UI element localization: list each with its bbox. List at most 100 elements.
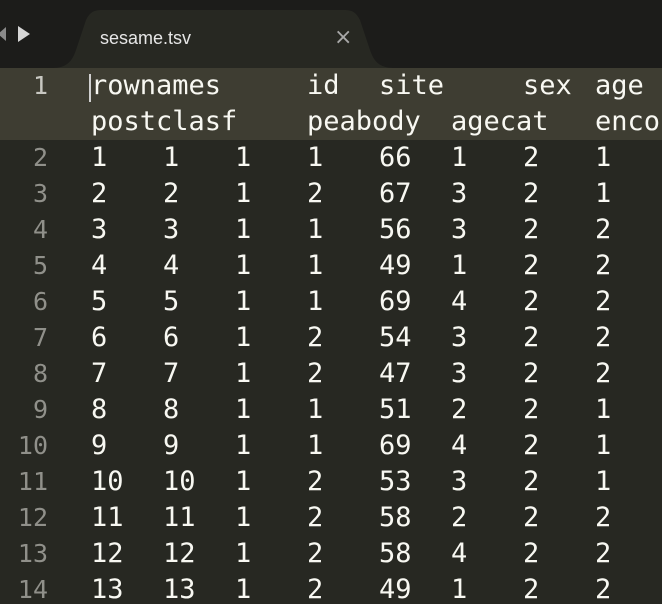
header-cell: peabody bbox=[307, 106, 421, 137]
data-cell: 2 bbox=[451, 394, 468, 425]
data-cell: 1 bbox=[235, 394, 252, 425]
data-cell: 4 bbox=[451, 430, 468, 461]
data-cell: 67 bbox=[379, 178, 412, 209]
data-cell: 1 bbox=[595, 466, 612, 497]
data-cell: 2 bbox=[523, 394, 540, 425]
data-cell: 58 bbox=[379, 502, 412, 533]
close-icon[interactable]: × bbox=[334, 26, 352, 50]
data-cell: 1 bbox=[235, 142, 252, 173]
data-cell: 6 bbox=[163, 322, 180, 353]
data-cell: 4 bbox=[91, 250, 108, 281]
data-cell: 2 bbox=[595, 286, 612, 317]
data-cell: 2 bbox=[523, 178, 540, 209]
data-cell: 69 bbox=[379, 286, 412, 317]
data-cell: 1 bbox=[595, 178, 612, 209]
data-cell: 13 bbox=[91, 574, 124, 604]
data-cell: 2 bbox=[523, 286, 540, 317]
data-cell: 2 bbox=[523, 214, 540, 245]
data-cell: 2 bbox=[523, 466, 540, 497]
data-cell: 56 bbox=[379, 214, 412, 245]
data-cell: 4 bbox=[451, 538, 468, 569]
data-cell: 9 bbox=[91, 430, 108, 461]
tab-bar: sesame.tsv × bbox=[0, 0, 662, 68]
line-number: 1 bbox=[32, 71, 48, 100]
header-cell: agecat bbox=[451, 106, 549, 137]
data-cell: 2 bbox=[595, 250, 612, 281]
data-cell: 3 bbox=[163, 214, 180, 245]
data-cell: 2 bbox=[523, 322, 540, 353]
data-cell: 2 bbox=[307, 466, 324, 497]
header-cell: age bbox=[595, 70, 644, 101]
data-cell: 2 bbox=[307, 178, 324, 209]
data-cell: 49 bbox=[379, 574, 412, 604]
data-cell: 4 bbox=[451, 286, 468, 317]
data-cell: 1 bbox=[235, 286, 252, 317]
data-cell: 66 bbox=[379, 142, 412, 173]
data-cell: 2 bbox=[307, 358, 324, 389]
tab-sesame-tsv[interactable]: sesame.tsv × bbox=[52, 10, 394, 68]
data-cell: 1 bbox=[163, 142, 180, 173]
data-cell: 8 bbox=[91, 394, 108, 425]
data-cell: 5 bbox=[163, 286, 180, 317]
data-cell: 3 bbox=[451, 358, 468, 389]
data-cell: 2 bbox=[595, 502, 612, 533]
back-arrow-icon[interactable] bbox=[0, 27, 6, 41]
data-cell: 1 bbox=[307, 394, 324, 425]
data-cell: 1 bbox=[307, 430, 324, 461]
data-cell: 49 bbox=[379, 250, 412, 281]
data-cell: 1 bbox=[307, 142, 324, 173]
data-cell: 2 bbox=[451, 502, 468, 533]
data-cell: 12 bbox=[163, 538, 196, 569]
data-cell: 2 bbox=[163, 178, 180, 209]
data-cell: 11 bbox=[163, 502, 196, 533]
text-editor[interactable]: 1 2 3 4 5 6 7 8 9 10 11 12 13 14 rownames id site sex age… bbox=[0, 68, 662, 604]
line-number: 7 bbox=[32, 323, 48, 352]
data-cell: 3 bbox=[451, 178, 468, 209]
data-cell: 58 bbox=[379, 538, 412, 569]
data-cell: 1 bbox=[235, 538, 252, 569]
data-cell: 9 bbox=[163, 430, 180, 461]
data-cell: 2 bbox=[523, 574, 540, 604]
data-cell: 2 bbox=[307, 502, 324, 533]
data-cell: 2 bbox=[523, 142, 540, 173]
data-cell: 1 bbox=[235, 358, 252, 389]
text-cursor bbox=[89, 74, 91, 102]
data-cell: 3 bbox=[451, 466, 468, 497]
line-number: 3 bbox=[32, 179, 48, 208]
tab-title: sesame.tsv bbox=[100, 28, 192, 48]
data-cell: 1 bbox=[451, 250, 468, 281]
data-cell: 1 bbox=[595, 430, 612, 461]
data-cell: 2 bbox=[523, 358, 540, 389]
data-cell: 7 bbox=[163, 358, 180, 389]
data-cell: 2 bbox=[523, 502, 540, 533]
data-cell: 11 bbox=[91, 502, 124, 533]
data-cell: 69 bbox=[379, 430, 412, 461]
data-cell: 1 bbox=[235, 502, 252, 533]
line-number: 2 bbox=[32, 143, 48, 172]
data-cell: 1 bbox=[451, 574, 468, 604]
forward-arrow-icon[interactable] bbox=[18, 26, 30, 42]
data-cell: 2 bbox=[307, 322, 324, 353]
data-cell: 5 bbox=[91, 286, 108, 317]
data-cell: 2 bbox=[523, 430, 540, 461]
data-cell: 54 bbox=[379, 322, 412, 353]
data-cell: 2 bbox=[91, 178, 108, 209]
data-cell: 1 bbox=[595, 142, 612, 173]
data-cell: 7 bbox=[91, 358, 108, 389]
data-cell: 12 bbox=[91, 538, 124, 569]
data-cell: 3 bbox=[451, 214, 468, 245]
line-number: 8 bbox=[32, 359, 48, 388]
data-cell: 1 bbox=[235, 466, 252, 497]
data-cell: 8 bbox=[163, 394, 180, 425]
data-cell: 2 bbox=[307, 574, 324, 604]
data-cell: 2 bbox=[595, 574, 612, 604]
code-area[interactable]: rownames id site sex age postclasf peabody agec… bbox=[91, 68, 662, 604]
header-cell: id bbox=[307, 70, 340, 101]
data-cell: 3 bbox=[91, 214, 108, 245]
line-number: 11 bbox=[17, 467, 48, 496]
data-cell: 51 bbox=[379, 394, 412, 425]
line-number: 10 bbox=[17, 431, 48, 460]
line-number: 9 bbox=[32, 395, 48, 424]
data-cell: 4 bbox=[163, 250, 180, 281]
data-cell: 1 bbox=[91, 142, 108, 173]
